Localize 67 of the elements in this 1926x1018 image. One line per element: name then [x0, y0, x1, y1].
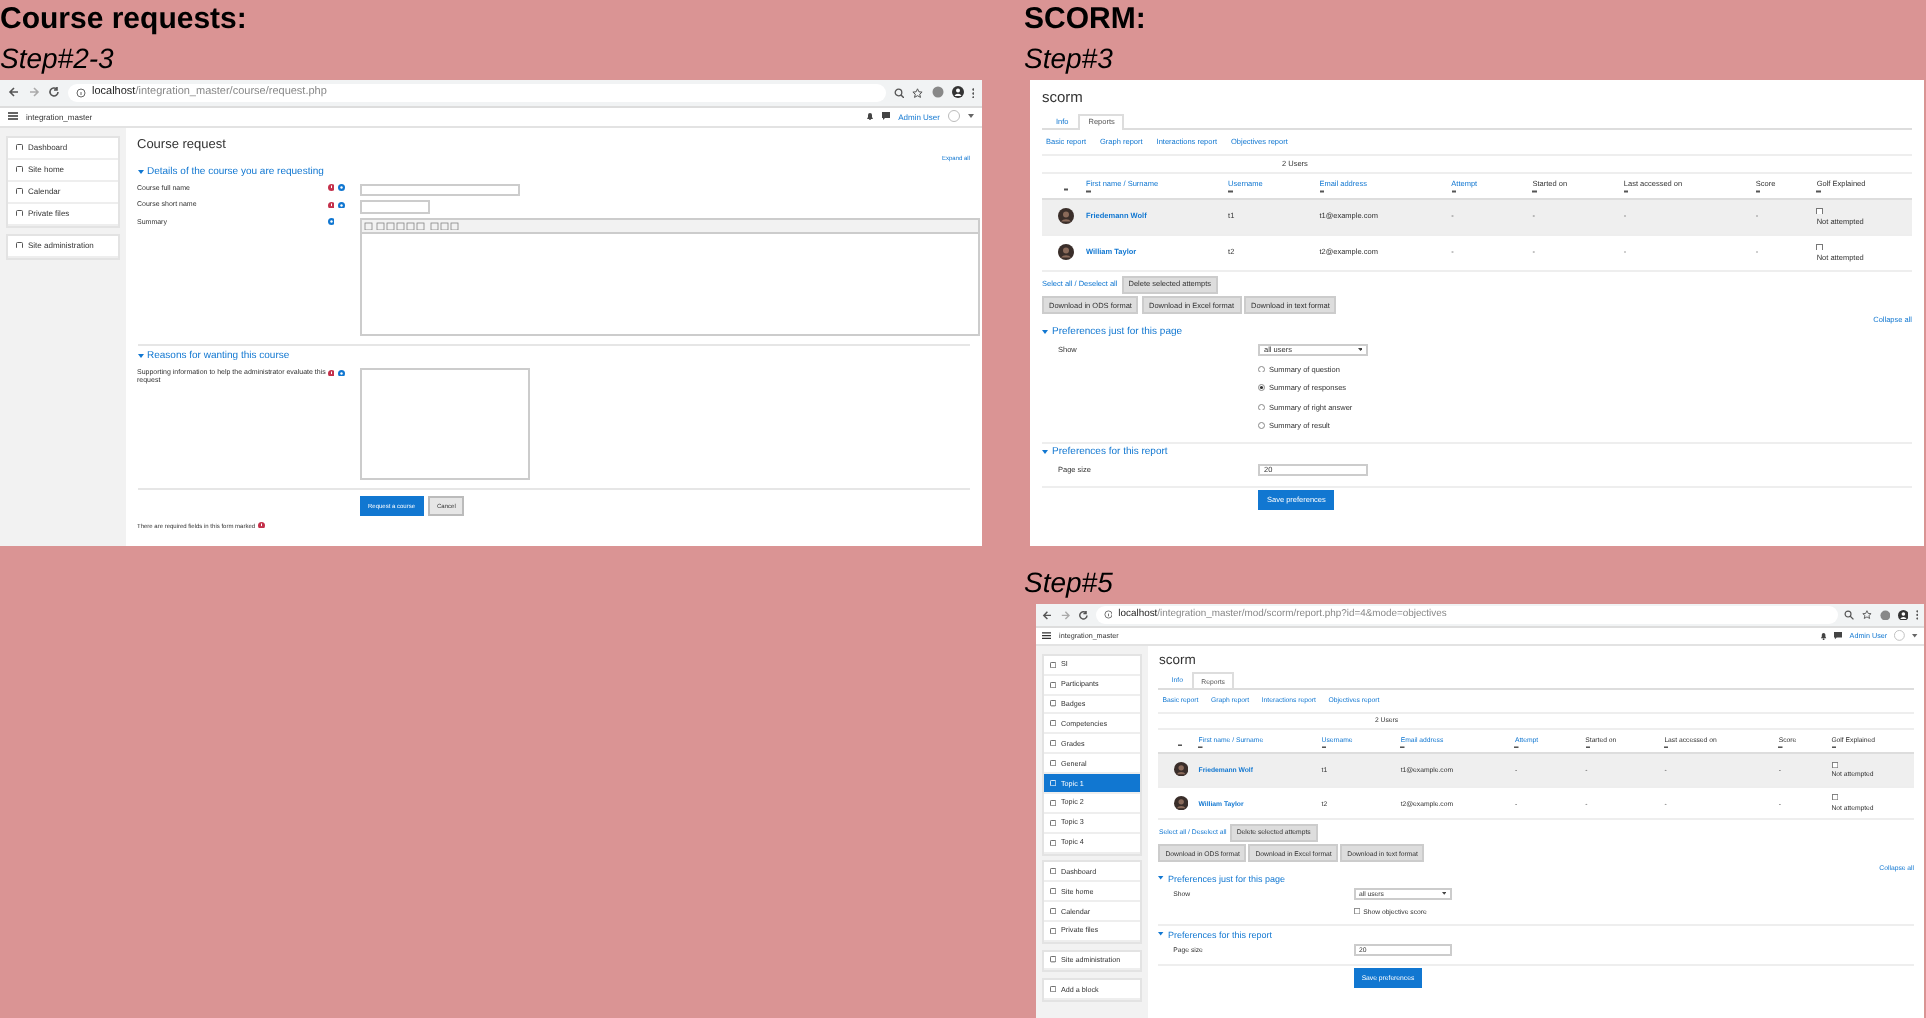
caret-icon: [1442, 892, 1447, 896]
caret-icon[interactable]: [1158, 932, 1165, 937]
minus-icon[interactable]: [1623, 190, 1629, 193]
reload-icon[interactable]: [1078, 609, 1090, 621]
minus-icon[interactable]: [1178, 743, 1183, 746]
caret-icon[interactable]: [1042, 330, 1048, 334]
bell-icon[interactable]: [1819, 632, 1828, 641]
extension-icon[interactable]: [931, 86, 943, 99]
input-field[interactable]: [359, 183, 519, 196]
bell-icon[interactable]: [865, 111, 874, 121]
minus-icon[interactable]: [1778, 745, 1784, 749]
input-field[interactable]: [359, 200, 429, 213]
avatar-icon: [1058, 208, 1074, 224]
back-arrow-icon[interactable]: [1042, 609, 1054, 621]
step-label: Step#3: [1024, 40, 1115, 76]
extension-icon[interactable]: [1879, 609, 1890, 621]
checkbox[interactable]: [1831, 794, 1838, 801]
reload-icon[interactable]: [48, 86, 60, 99]
checkbox[interactable]: [1816, 243, 1824, 250]
caret-icon: [1357, 348, 1362, 352]
minus-icon[interactable]: [1514, 745, 1520, 749]
avatar-icon: [1058, 244, 1074, 260]
minus-icon[interactable]: [1063, 188, 1069, 191]
caret-icon[interactable]: [137, 169, 143, 173]
chat-icon[interactable]: [881, 112, 891, 120]
minus-icon[interactable]: [1400, 745, 1406, 749]
caret-icon[interactable]: [1158, 876, 1165, 881]
caret-icon[interactable]: [968, 114, 974, 118]
step-label: Step#2-3: [0, 40, 116, 76]
checkbox[interactable]: [1816, 207, 1824, 214]
minus-icon[interactable]: [1451, 190, 1457, 193]
caret-icon[interactable]: [1912, 634, 1918, 639]
minus-icon[interactable]: [1321, 745, 1327, 749]
search-icon[interactable]: [893, 87, 904, 98]
minus-icon[interactable]: [1228, 190, 1234, 193]
minus-icon[interactable]: [1816, 190, 1822, 193]
help-icon[interactable]: [338, 369, 345, 376]
avatar-icon: [1173, 795, 1188, 811]
help-icon[interactable]: [327, 218, 334, 225]
required-icon: [258, 521, 266, 529]
minus-icon[interactable]: [1831, 745, 1836, 749]
help-icon[interactable]: [338, 201, 345, 208]
section-heading: Course requests:: [0, 0, 249, 40]
help-icon[interactable]: [338, 184, 345, 191]
step-label: Step#5: [1024, 564, 1115, 600]
profile-icon[interactable]: [951, 86, 963, 99]
caret-icon[interactable]: [137, 354, 143, 358]
minus-icon[interactable]: [1532, 190, 1538, 193]
minus-icon[interactable]: [1664, 745, 1669, 749]
radio-button[interactable]: [1258, 403, 1265, 411]
radio-button[interactable]: [1258, 422, 1265, 430]
avatar-icon: [1173, 762, 1188, 777]
minus-icon[interactable]: [1319, 190, 1325, 193]
back-arrow-icon[interactable]: [8, 86, 20, 99]
minus-icon[interactable]: [1198, 745, 1204, 749]
radio-button[interactable]: [1258, 365, 1265, 373]
minus-icon[interactable]: [1755, 190, 1761, 193]
chat-icon[interactable]: [1834, 632, 1843, 640]
radio-button[interactable]: [1258, 384, 1265, 392]
minus-icon[interactable]: [1585, 745, 1590, 749]
checkbox[interactable]: [1353, 907, 1360, 915]
minus-icon[interactable]: [1086, 190, 1091, 193]
section-heading: SCORM:: [1024, 0, 1148, 40]
profile-icon[interactable]: [1897, 609, 1908, 621]
checkbox[interactable]: [1831, 761, 1838, 768]
caret-icon[interactable]: [1042, 450, 1048, 454]
menu-icon[interactable]: [8, 112, 18, 120]
